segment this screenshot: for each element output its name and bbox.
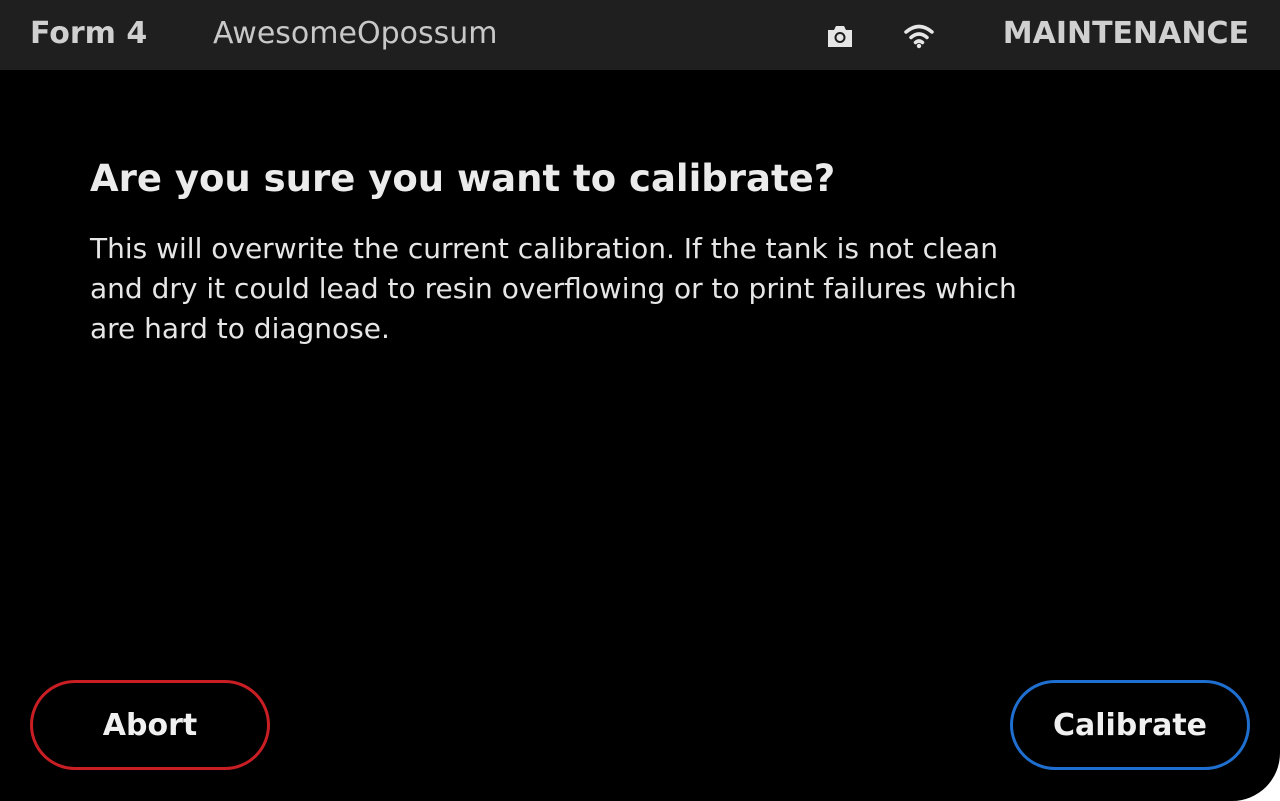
calibrate-button[interactable]: Calibrate [1010,680,1250,770]
status-bar: Form 4 AwesomeOpossum MAINTENANCE [0,0,1280,70]
dialog-title: Are you sure you want to calibrate? [90,157,836,200]
printer-name: AwesomeOpossum [213,16,498,51]
mode-label[interactable]: MAINTENANCE [1003,15,1249,53]
dialog-message: This will overwrite the current calibrat… [90,232,1017,345]
printer-model: Form 4 [30,16,148,51]
abort-button[interactable]: Abort [30,680,270,770]
camera-icon[interactable] [824,20,856,52]
wifi-icon [902,20,936,50]
calibration-confirm-screen: Form 4 AwesomeOpossum MAINTENANCE Are yo… [0,0,1280,801]
